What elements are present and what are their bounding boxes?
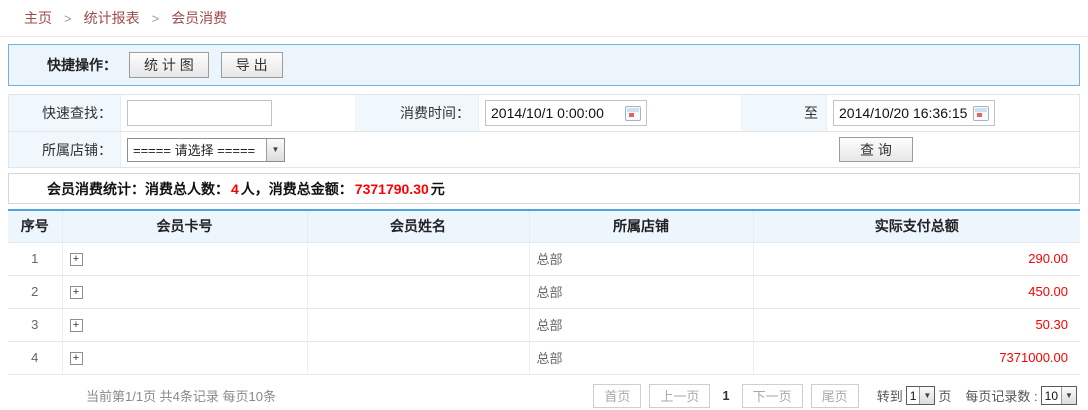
row-index: 3 — [8, 308, 62, 341]
card-number-cell: + — [62, 308, 307, 341]
quick-find-input[interactable] — [127, 100, 272, 126]
card-number-cell: + — [62, 242, 307, 275]
empty-cell — [741, 132, 827, 167]
time-to-value: 2014/10/20 16:36:15 — [839, 105, 973, 121]
export-button[interactable]: 导 出 — [221, 52, 283, 78]
query-button[interactable]: 查 询 — [839, 137, 913, 162]
goto-suffix: 页 — [938, 386, 951, 405]
table-row: 4 + 总部 7371000.00 — [8, 341, 1080, 374]
quick-find-label: 快速查找： — [9, 95, 121, 131]
consume-time-label: 消费时间： — [355, 95, 479, 131]
time-from-input[interactable]: 2014/10/1 0:00:00 — [485, 100, 647, 126]
calendar-icon[interactable] — [625, 106, 641, 121]
member-consumption-page: 主页 > 统计报表 > 会员消费 快捷操作： 统 计 图 导 出 快速查找： 消… — [0, 0, 1088, 410]
query-cell: 查 询 — [827, 132, 1079, 167]
summary-people-suffix: 人， — [241, 179, 269, 199]
goto-page-group: 转到 1 ▼ 页 — [877, 386, 952, 405]
store-select-value: ===== 请选择 ===== — [128, 139, 266, 161]
chevron-down-icon[interactable]: ▼ — [919, 387, 934, 404]
header-card-number: 会员卡号 — [62, 210, 307, 242]
paid-amount-cell: 7371000.00 — [753, 341, 1080, 374]
next-page-button[interactable]: 下一页 — [742, 384, 803, 408]
consumption-table: 序号 会员卡号 会员姓名 所属店铺 实际支付总额 1 + 总部 290.00 2… — [8, 209, 1080, 375]
time-from-cell: 2014/10/1 0:00:00 — [479, 95, 741, 131]
chart-button[interactable]: 统 计 图 — [129, 52, 209, 78]
store-select-cell: ===== 请选择 ===== ▼ — [121, 132, 355, 167]
card-number-cell: + — [62, 275, 307, 308]
pagination-bar: 当前第1/1页 共4条记录 每页10条 首页 上一页 1 下一页 尾页 转到 1… — [8, 375, 1080, 410]
member-name-cell — [307, 341, 529, 374]
time-to-input[interactable]: 2014/10/20 16:36:15 — [833, 100, 995, 126]
table-row: 3 + 总部 50.30 — [8, 308, 1080, 341]
current-page: 1 — [722, 388, 729, 403]
table-row: 2 + 总部 450.00 — [8, 275, 1080, 308]
prev-page-button[interactable]: 上一页 — [649, 384, 710, 408]
search-form-row-1: 快速查找： 消费时间： 2014/10/1 0:00:00 至 2014/10/… — [9, 95, 1079, 131]
row-index: 1 — [8, 242, 62, 275]
time-from-value: 2014/10/1 0:00:00 — [491, 105, 625, 121]
paid-amount-cell: 50.30 — [753, 308, 1080, 341]
quick-actions-label: 快捷操作： — [9, 55, 117, 75]
chevron-down-icon[interactable]: ▼ — [266, 139, 284, 161]
header-member-name: 会员姓名 — [307, 210, 529, 242]
header-paid-amount: 实际支付总额 — [753, 210, 1080, 242]
consumption-summary: 会员消费统计：消费总人数： 4 人， 消费总金额： 7371790.30 元 — [8, 173, 1080, 204]
summary-amount-suffix: 元 — [431, 179, 445, 199]
breadcrumb-separator: > — [64, 11, 72, 26]
search-form-row-2: 所属店铺： ===== 请选择 ===== ▼ 查 询 — [9, 131, 1079, 167]
summary-title: 会员消费统计：消费总人数： — [47, 179, 229, 199]
total-people-value: 4 — [231, 181, 239, 197]
pager: 首页 上一页 1 下一页 尾页 转到 1 ▼ 页 每页记录数 : 10 ▼ — [585, 384, 1080, 408]
breadcrumb-member-consumption: 会员消费 — [171, 8, 227, 28]
card-number-cell: + — [62, 341, 307, 374]
store-select[interactable]: ===== 请选择 ===== ▼ — [127, 138, 285, 162]
store-cell: 总部 — [529, 341, 753, 374]
page-summary: 当前第1/1页 共4条记录 每页10条 — [86, 386, 276, 405]
empty-cell — [355, 132, 479, 167]
expand-icon[interactable]: + — [70, 286, 83, 299]
store-cell: 总部 — [529, 242, 753, 275]
expand-icon[interactable]: + — [70, 352, 83, 365]
pagesize-select[interactable]: 10 ▼ — [1041, 386, 1077, 405]
paid-amount-cell: 450.00 — [753, 275, 1080, 308]
expand-icon[interactable]: + — [70, 319, 83, 332]
member-name-cell — [307, 308, 529, 341]
breadcrumb-statistics-reports[interactable]: 统计报表 — [84, 8, 140, 28]
empty-cell — [479, 132, 741, 167]
first-page-button[interactable]: 首页 — [593, 384, 641, 408]
calendar-icon[interactable] — [973, 106, 989, 121]
last-page-button[interactable]: 尾页 — [811, 384, 859, 408]
member-name-cell — [307, 275, 529, 308]
to-label: 至 — [741, 95, 827, 131]
member-name-cell — [307, 242, 529, 275]
breadcrumb-separator: > — [152, 11, 160, 26]
table-row: 1 + 总部 290.00 — [8, 242, 1080, 275]
summary-amount-label: 消费总金额： — [269, 179, 353, 199]
paid-amount-cell: 290.00 — [753, 242, 1080, 275]
goto-page-value: 1 — [907, 387, 920, 404]
quick-find-cell — [121, 95, 355, 131]
row-index: 4 — [8, 341, 62, 374]
chevron-down-icon[interactable]: ▼ — [1061, 387, 1076, 404]
goto-label: 转到 — [877, 386, 903, 405]
store-cell: 总部 — [529, 275, 753, 308]
table-header-row: 序号 会员卡号 会员姓名 所属店铺 实际支付总额 — [8, 210, 1080, 242]
expand-icon[interactable]: + — [70, 253, 83, 266]
quick-actions-bar: 快捷操作： 统 计 图 导 出 — [8, 44, 1080, 86]
header-store: 所属店铺 — [529, 210, 753, 242]
store-label: 所属店铺： — [9, 132, 121, 167]
breadcrumb-home[interactable]: 主页 — [24, 8, 52, 28]
store-cell: 总部 — [529, 308, 753, 341]
goto-page-select[interactable]: 1 ▼ — [906, 386, 936, 405]
header-index: 序号 — [8, 210, 62, 242]
time-to-cell: 2014/10/20 16:36:15 — [827, 95, 1079, 131]
breadcrumb: 主页 > 统计报表 > 会员消费 — [0, 0, 1088, 37]
row-index: 2 — [8, 275, 62, 308]
total-amount-value: 7371790.30 — [355, 181, 429, 197]
pagesize-value: 10 — [1042, 387, 1061, 404]
search-form: 快速查找： 消费时间： 2014/10/1 0:00:00 至 2014/10/… — [8, 94, 1080, 168]
pagesize-label: 每页记录数 : — [965, 386, 1037, 405]
